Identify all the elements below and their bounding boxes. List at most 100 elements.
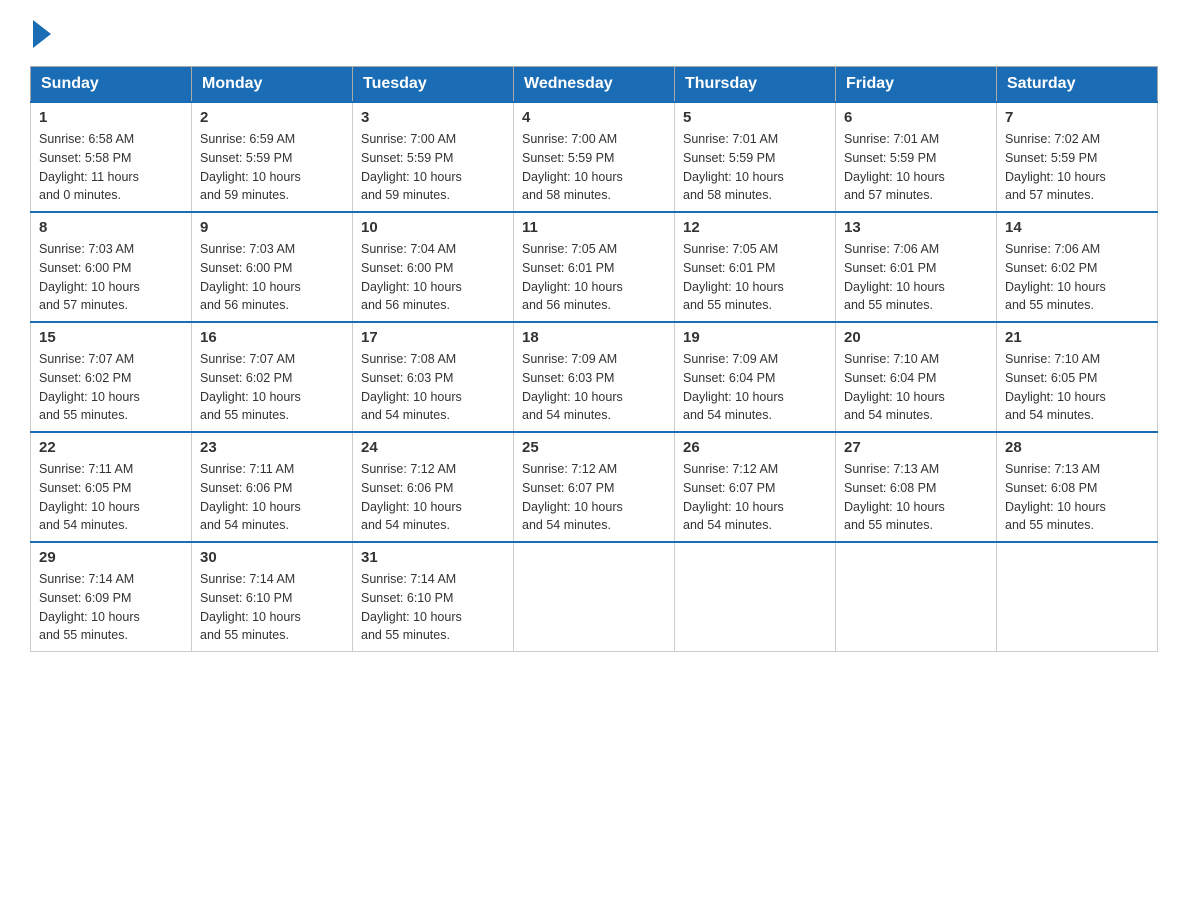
- calendar-cell: 27 Sunrise: 7:13 AM Sunset: 6:08 PM Dayl…: [836, 432, 997, 542]
- calendar-cell: [514, 542, 675, 652]
- day-number: 27: [844, 439, 988, 456]
- day-number: 30: [200, 549, 344, 566]
- day-number: 8: [39, 219, 183, 236]
- day-number: 3: [361, 109, 505, 126]
- day-info: Sunrise: 7:11 AM Sunset: 6:06 PM Dayligh…: [200, 460, 344, 535]
- column-header-thursday: Thursday: [675, 67, 836, 103]
- day-number: 10: [361, 219, 505, 236]
- day-number: 2: [200, 109, 344, 126]
- day-number: 25: [522, 439, 666, 456]
- day-info: Sunrise: 7:02 AM Sunset: 5:59 PM Dayligh…: [1005, 130, 1149, 205]
- day-info: Sunrise: 7:09 AM Sunset: 6:03 PM Dayligh…: [522, 350, 666, 425]
- column-header-wednesday: Wednesday: [514, 67, 675, 103]
- day-number: 28: [1005, 439, 1149, 456]
- column-header-friday: Friday: [836, 67, 997, 103]
- calendar-cell: 2 Sunrise: 6:59 AM Sunset: 5:59 PM Dayli…: [192, 102, 353, 212]
- day-info: Sunrise: 7:12 AM Sunset: 6:07 PM Dayligh…: [522, 460, 666, 535]
- calendar-cell: 21 Sunrise: 7:10 AM Sunset: 6:05 PM Dayl…: [997, 322, 1158, 432]
- day-info: Sunrise: 7:14 AM Sunset: 6:10 PM Dayligh…: [361, 570, 505, 645]
- header-row: SundayMondayTuesdayWednesdayThursdayFrid…: [31, 67, 1158, 103]
- day-info: Sunrise: 7:10 AM Sunset: 6:05 PM Dayligh…: [1005, 350, 1149, 425]
- calendar-cell: 15 Sunrise: 7:07 AM Sunset: 6:02 PM Dayl…: [31, 322, 192, 432]
- day-number: 29: [39, 549, 183, 566]
- day-info: Sunrise: 7:05 AM Sunset: 6:01 PM Dayligh…: [683, 240, 827, 315]
- logo: [30, 20, 51, 48]
- day-number: 12: [683, 219, 827, 236]
- calendar-cell: 1 Sunrise: 6:58 AM Sunset: 5:58 PM Dayli…: [31, 102, 192, 212]
- day-number: 21: [1005, 329, 1149, 346]
- calendar-cell: 3 Sunrise: 7:00 AM Sunset: 5:59 PM Dayli…: [353, 102, 514, 212]
- calendar-cell: 4 Sunrise: 7:00 AM Sunset: 5:59 PM Dayli…: [514, 102, 675, 212]
- day-info: Sunrise: 7:11 AM Sunset: 6:05 PM Dayligh…: [39, 460, 183, 535]
- calendar-cell: 26 Sunrise: 7:12 AM Sunset: 6:07 PM Dayl…: [675, 432, 836, 542]
- day-number: 18: [522, 329, 666, 346]
- day-number: 1: [39, 109, 183, 126]
- calendar-cell: 10 Sunrise: 7:04 AM Sunset: 6:00 PM Dayl…: [353, 212, 514, 322]
- column-header-monday: Monday: [192, 67, 353, 103]
- calendar-cell: 20 Sunrise: 7:10 AM Sunset: 6:04 PM Dayl…: [836, 322, 997, 432]
- calendar-cell: 24 Sunrise: 7:12 AM Sunset: 6:06 PM Dayl…: [353, 432, 514, 542]
- calendar-cell: 22 Sunrise: 7:11 AM Sunset: 6:05 PM Dayl…: [31, 432, 192, 542]
- calendar-cell: [836, 542, 997, 652]
- day-info: Sunrise: 7:03 AM Sunset: 6:00 PM Dayligh…: [39, 240, 183, 315]
- calendar-cell: 12 Sunrise: 7:05 AM Sunset: 6:01 PM Dayl…: [675, 212, 836, 322]
- day-info: Sunrise: 7:14 AM Sunset: 6:09 PM Dayligh…: [39, 570, 183, 645]
- page-header: [30, 20, 1158, 48]
- week-row-4: 22 Sunrise: 7:11 AM Sunset: 6:05 PM Dayl…: [31, 432, 1158, 542]
- day-number: 19: [683, 329, 827, 346]
- calendar-cell: 28 Sunrise: 7:13 AM Sunset: 6:08 PM Dayl…: [997, 432, 1158, 542]
- calendar-cell: 17 Sunrise: 7:08 AM Sunset: 6:03 PM Dayl…: [353, 322, 514, 432]
- calendar-cell: [675, 542, 836, 652]
- day-number: 6: [844, 109, 988, 126]
- day-number: 31: [361, 549, 505, 566]
- calendar-cell: 25 Sunrise: 7:12 AM Sunset: 6:07 PM Dayl…: [514, 432, 675, 542]
- day-info: Sunrise: 7:04 AM Sunset: 6:00 PM Dayligh…: [361, 240, 505, 315]
- day-info: Sunrise: 7:03 AM Sunset: 6:00 PM Dayligh…: [200, 240, 344, 315]
- calendar-cell: [997, 542, 1158, 652]
- calendar-cell: 11 Sunrise: 7:05 AM Sunset: 6:01 PM Dayl…: [514, 212, 675, 322]
- logo-arrow-icon: [33, 20, 51, 48]
- calendar-cell: 13 Sunrise: 7:06 AM Sunset: 6:01 PM Dayl…: [836, 212, 997, 322]
- column-header-sunday: Sunday: [31, 67, 192, 103]
- column-header-tuesday: Tuesday: [353, 67, 514, 103]
- day-info: Sunrise: 7:14 AM Sunset: 6:10 PM Dayligh…: [200, 570, 344, 645]
- day-info: Sunrise: 6:58 AM Sunset: 5:58 PM Dayligh…: [39, 130, 183, 205]
- week-row-1: 1 Sunrise: 6:58 AM Sunset: 5:58 PM Dayli…: [31, 102, 1158, 212]
- day-number: 7: [1005, 109, 1149, 126]
- day-info: Sunrise: 7:00 AM Sunset: 5:59 PM Dayligh…: [522, 130, 666, 205]
- day-number: 9: [200, 219, 344, 236]
- day-info: Sunrise: 7:09 AM Sunset: 6:04 PM Dayligh…: [683, 350, 827, 425]
- day-info: Sunrise: 7:12 AM Sunset: 6:06 PM Dayligh…: [361, 460, 505, 535]
- calendar-cell: 18 Sunrise: 7:09 AM Sunset: 6:03 PM Dayl…: [514, 322, 675, 432]
- day-info: Sunrise: 7:06 AM Sunset: 6:02 PM Dayligh…: [1005, 240, 1149, 315]
- calendar-cell: 23 Sunrise: 7:11 AM Sunset: 6:06 PM Dayl…: [192, 432, 353, 542]
- calendar-cell: 30 Sunrise: 7:14 AM Sunset: 6:10 PM Dayl…: [192, 542, 353, 652]
- calendar-cell: 9 Sunrise: 7:03 AM Sunset: 6:00 PM Dayli…: [192, 212, 353, 322]
- calendar-cell: 5 Sunrise: 7:01 AM Sunset: 5:59 PM Dayli…: [675, 102, 836, 212]
- day-info: Sunrise: 7:01 AM Sunset: 5:59 PM Dayligh…: [844, 130, 988, 205]
- day-number: 4: [522, 109, 666, 126]
- day-info: Sunrise: 7:07 AM Sunset: 6:02 PM Dayligh…: [39, 350, 183, 425]
- day-info: Sunrise: 7:10 AM Sunset: 6:04 PM Dayligh…: [844, 350, 988, 425]
- day-info: Sunrise: 7:08 AM Sunset: 6:03 PM Dayligh…: [361, 350, 505, 425]
- week-row-2: 8 Sunrise: 7:03 AM Sunset: 6:00 PM Dayli…: [31, 212, 1158, 322]
- day-number: 11: [522, 219, 666, 236]
- week-row-5: 29 Sunrise: 7:14 AM Sunset: 6:09 PM Dayl…: [31, 542, 1158, 652]
- day-number: 15: [39, 329, 183, 346]
- day-info: Sunrise: 7:13 AM Sunset: 6:08 PM Dayligh…: [844, 460, 988, 535]
- day-number: 24: [361, 439, 505, 456]
- day-info: Sunrise: 7:00 AM Sunset: 5:59 PM Dayligh…: [361, 130, 505, 205]
- calendar-cell: 29 Sunrise: 7:14 AM Sunset: 6:09 PM Dayl…: [31, 542, 192, 652]
- day-info: Sunrise: 7:06 AM Sunset: 6:01 PM Dayligh…: [844, 240, 988, 315]
- calendar-cell: 8 Sunrise: 7:03 AM Sunset: 6:00 PM Dayli…: [31, 212, 192, 322]
- day-number: 26: [683, 439, 827, 456]
- day-info: Sunrise: 7:12 AM Sunset: 6:07 PM Dayligh…: [683, 460, 827, 535]
- calendar-cell: 14 Sunrise: 7:06 AM Sunset: 6:02 PM Dayl…: [997, 212, 1158, 322]
- day-info: Sunrise: 7:07 AM Sunset: 6:02 PM Dayligh…: [200, 350, 344, 425]
- week-row-3: 15 Sunrise: 7:07 AM Sunset: 6:02 PM Dayl…: [31, 322, 1158, 432]
- day-number: 14: [1005, 219, 1149, 236]
- day-info: Sunrise: 7:05 AM Sunset: 6:01 PM Dayligh…: [522, 240, 666, 315]
- calendar-cell: 16 Sunrise: 7:07 AM Sunset: 6:02 PM Dayl…: [192, 322, 353, 432]
- day-info: Sunrise: 6:59 AM Sunset: 5:59 PM Dayligh…: [200, 130, 344, 205]
- calendar-cell: 19 Sunrise: 7:09 AM Sunset: 6:04 PM Dayl…: [675, 322, 836, 432]
